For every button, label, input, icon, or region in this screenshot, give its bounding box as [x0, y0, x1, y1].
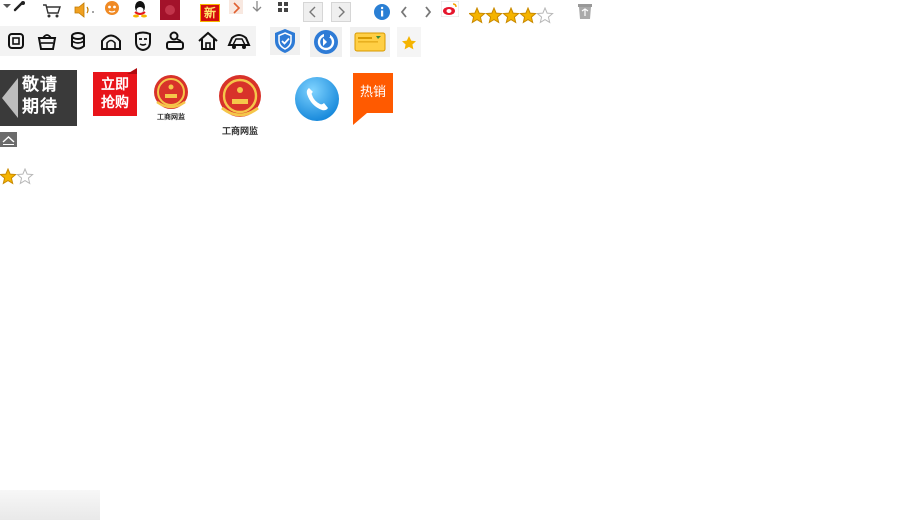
info-icon[interactable] [373, 3, 391, 21]
favorite-star-icon [402, 36, 416, 50]
dropdown-arrow-icon[interactable] [2, 2, 12, 10]
seal-label-small: 工商网监 [157, 112, 185, 121]
hot-sale-label: 热销 [359, 85, 386, 100]
chevron-right-icon [338, 6, 345, 18]
email-icon [354, 32, 386, 52]
qq-icon[interactable] [131, 0, 149, 18]
cart-icon[interactable] [42, 3, 62, 19]
buy-now-corner [127, 68, 137, 74]
badge-arrow-icon [2, 78, 18, 118]
small-star-rating[interactable] [0, 168, 36, 186]
refresh-button[interactable] [310, 27, 342, 57]
stack-icon[interactable] [66, 30, 90, 52]
recycle-bin-icon[interactable] [576, 2, 594, 20]
grid-icon[interactable] [278, 2, 288, 12]
business-license-seal-large[interactable]: 工商网监 [216, 72, 264, 138]
car-icon[interactable] [227, 30, 251, 52]
star-empty-icon[interactable] [16, 168, 34, 185]
home-icon[interactable] [196, 30, 220, 52]
coming-soon-line1: 敬请 [22, 75, 58, 95]
chevron-left-icon[interactable] [399, 5, 409, 19]
buy-now-line2: 抢购 [101, 95, 129, 111]
weibo-icon[interactable] [441, 1, 459, 17]
pen-icon[interactable] [13, 0, 27, 12]
buy-now-button[interactable]: 立即 抢购 [93, 72, 137, 116]
red-square-icon[interactable] [160, 0, 180, 20]
phone-icon[interactable] [294, 76, 340, 122]
bottom-gradient-bar [0, 490, 100, 520]
speaker-icon[interactable] [73, 2, 97, 18]
star-empty-icon[interactable] [536, 7, 554, 24]
prev-button[interactable] [303, 2, 323, 22]
seal-label-large: 工商网监 [221, 127, 258, 137]
favorite-button[interactable] [397, 27, 421, 57]
star-filled-icon[interactable] [485, 7, 503, 24]
hot-sale-tag: 热销 [353, 73, 393, 125]
baby-icon[interactable] [163, 30, 187, 52]
new-badge-icon[interactable]: 新 [200, 4, 220, 22]
collapse-toggle[interactable] [0, 132, 17, 147]
chevron-right-icon[interactable] [423, 5, 433, 19]
basket-icon[interactable] [35, 30, 59, 52]
coming-soon-badge: 敬请 期待 [0, 70, 77, 126]
star-filled-icon[interactable] [502, 7, 520, 24]
shield-button[interactable] [270, 27, 300, 55]
business-license-seal-small[interactable]: 工商网监 [151, 72, 191, 124]
star-filled-icon[interactable] [469, 7, 486, 24]
coming-soon-line2: 期待 [22, 97, 58, 117]
tablet-icon[interactable] [4, 30, 28, 52]
buy-now-line1: 立即 [101, 77, 129, 93]
category-icon-strip [0, 26, 256, 56]
email-button[interactable] [350, 27, 390, 57]
refresh-icon [314, 30, 338, 54]
national-emblem-icon [154, 75, 188, 109]
new-badge-label: 新 [203, 6, 216, 20]
chevron-right-icon[interactable] [229, 0, 243, 14]
shield-icon [275, 29, 295, 53]
tunnel-icon[interactable] [99, 30, 123, 52]
star-filled-icon[interactable] [0, 168, 17, 185]
chevron-up-icon [2, 136, 15, 145]
chevron-left-icon [309, 6, 316, 18]
star-filled-icon[interactable] [519, 7, 537, 24]
star-rating[interactable] [469, 7, 557, 25]
next-button[interactable] [331, 2, 351, 22]
national-emblem-icon [219, 75, 261, 117]
download-arrow-icon[interactable] [250, 0, 264, 14]
pet-icon[interactable] [104, 0, 120, 16]
mask-icon[interactable] [131, 30, 155, 52]
